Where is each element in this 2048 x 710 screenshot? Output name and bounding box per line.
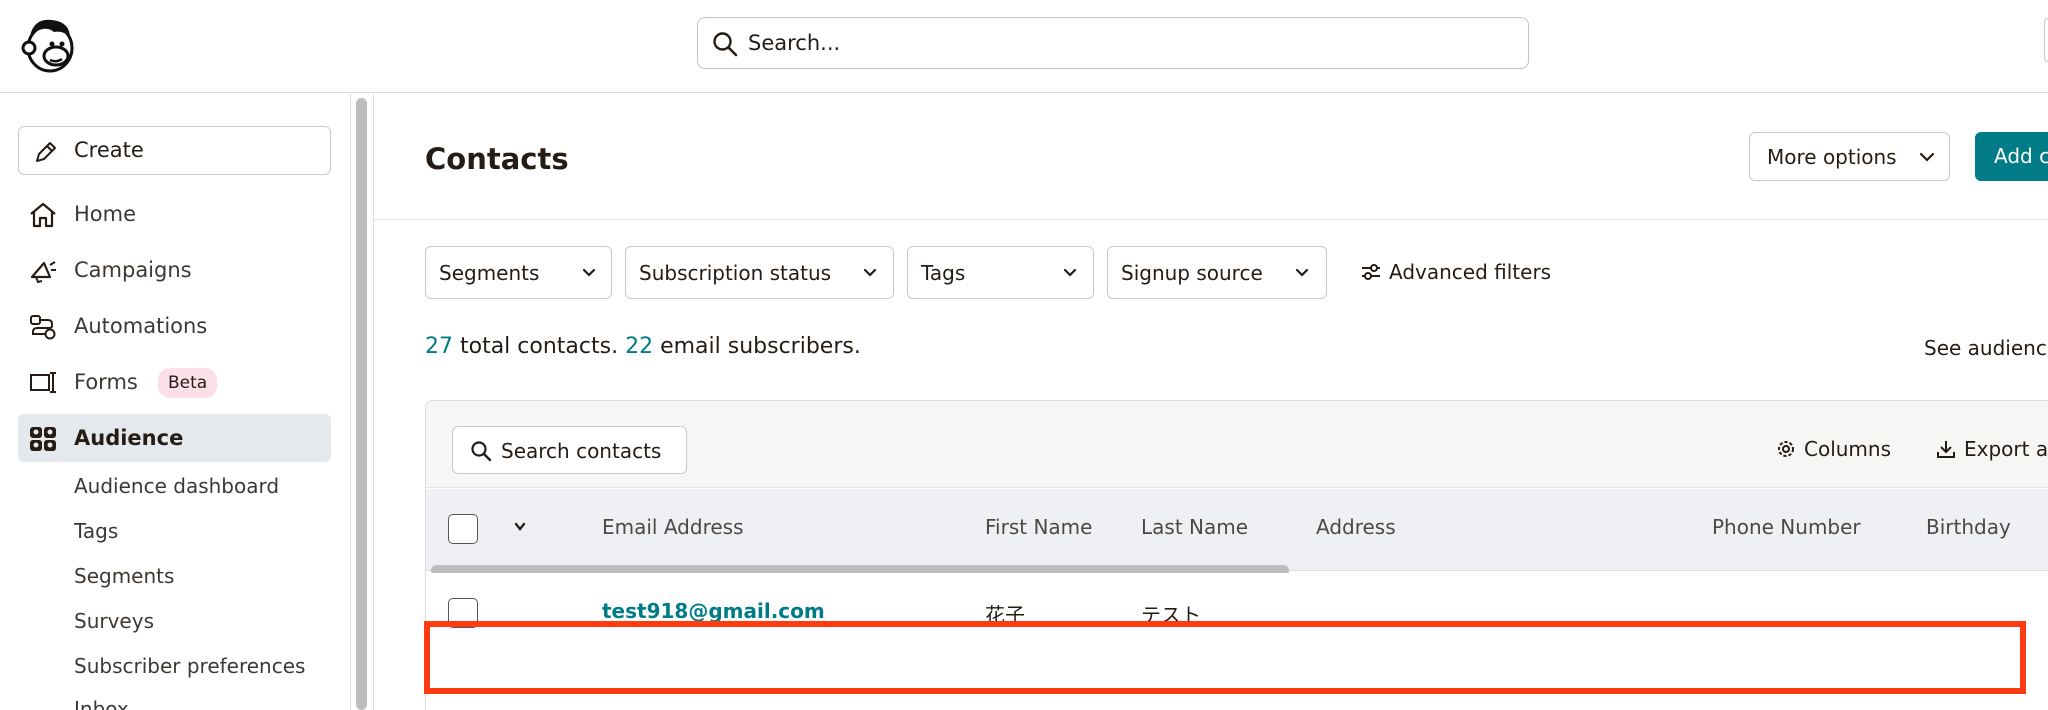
sidebar-item-label: Forms (74, 370, 138, 394)
search-contacts-button[interactable]: Search contacts (452, 426, 687, 474)
sidebar-item-label: Automations (74, 314, 208, 338)
megaphone-icon (30, 261, 56, 284)
export-audience-label: Export audience (1964, 437, 2048, 461)
total-contacts-count: 27 (425, 334, 453, 359)
email-subscribers-text: email subscribers. (653, 334, 861, 359)
column-header-address[interactable]: Address (1316, 515, 1396, 539)
main-content: Contacts More options Add contacts Segme… (374, 94, 2048, 710)
sidebar-item-label: Campaigns (74, 258, 192, 282)
account-menu-edge[interactable] (2044, 18, 2048, 62)
signup-source-label: Signup source (1121, 261, 1263, 285)
column-header-email[interactable]: Email Address (602, 515, 744, 539)
sidebar-item-campaigns[interactable]: Campaigns (18, 246, 331, 294)
select-all-checkbox[interactable] (448, 514, 478, 544)
automations-icon (30, 315, 56, 340)
column-header-phone-number[interactable]: Phone Number (1712, 515, 1861, 539)
chevron-down-icon (1063, 268, 1077, 277)
search-icon (471, 441, 492, 462)
contacts-summary: 27 total contacts. 22 email subscribers. (425, 334, 861, 359)
sidebar-item-label: Home (74, 202, 137, 226)
segments-filter-label: Segments (439, 261, 540, 285)
sidebar-subitem-tags[interactable]: Tags (74, 519, 118, 543)
beta-badge: Beta (158, 368, 218, 398)
sidebar-item-automations[interactable]: Automations (18, 302, 331, 350)
sidebar: Create Home Campaigns Automations Forms … (0, 94, 350, 710)
tags-filter[interactable]: Tags (907, 246, 1094, 299)
chevron-down-icon (863, 268, 877, 277)
see-audience-stats-link[interactable]: See audience stats (1924, 336, 2048, 360)
search-icon (713, 32, 738, 57)
chevron-down-icon (1295, 268, 1309, 277)
global-search[interactable] (697, 17, 1529, 69)
total-contacts-text: total contacts. (453, 334, 626, 359)
page-title: Contacts (425, 142, 569, 176)
create-button[interactable]: Create (18, 126, 331, 175)
page-header: Contacts More options Add contacts (374, 94, 2048, 220)
sidebar-subitem-audience-dashboard[interactable]: Audience dashboard (74, 474, 279, 498)
add-contacts-label: Add contacts (1994, 144, 2048, 168)
subscription-status-filter[interactable]: Subscription status (625, 246, 894, 299)
table-header: Email Address First Name Last Name Addre… (426, 489, 2048, 571)
column-header-birthday[interactable]: Birthday (1926, 515, 2011, 539)
column-header-last-name[interactable]: Last Name (1141, 515, 1248, 539)
create-label: Create (74, 138, 144, 162)
email-subscribers-count: 22 (625, 334, 654, 359)
sidebar-subitem-surveys[interactable]: Surveys (74, 609, 154, 633)
column-header-first-name[interactable]: First Name (985, 515, 1092, 539)
contact-email-link[interactable]: test918@gmail.com (602, 599, 825, 623)
audience-icon (30, 427, 56, 451)
sidebar-subitem-inbox[interactable]: Inbox (74, 697, 129, 710)
sidebar-scrollbar[interactable] (356, 98, 367, 710)
signup-source-filter[interactable]: Signup source (1107, 246, 1327, 299)
forms-icon (30, 372, 56, 393)
sidebar-item-audience[interactable]: Audience (18, 414, 331, 462)
home-icon (30, 202, 56, 228)
sidebar-subitem-subscriber-preferences[interactable]: Subscriber preferences (74, 654, 305, 678)
columns-label: Columns (1804, 437, 1892, 461)
gear-icon (1778, 441, 1794, 457)
pencil-icon (36, 142, 56, 162)
chevron-down-icon (582, 268, 596, 277)
download-icon (1937, 441, 1955, 458)
add-contacts-button[interactable]: Add contacts (1975, 132, 2048, 181)
more-options-button[interactable]: More options (1749, 132, 1950, 181)
chevron-down-icon[interactable] (512, 520, 528, 534)
sliders-icon (1362, 264, 1380, 280)
top-bar (0, 0, 2048, 93)
search-input[interactable] (748, 26, 1508, 60)
mailchimp-logo-icon[interactable] (20, 14, 80, 74)
sidebar-subitem-segments[interactable]: Segments (74, 564, 174, 588)
search-contacts-label: Search contacts (501, 439, 662, 463)
sidebar-item-home[interactable]: Home (18, 190, 331, 238)
sidebar-item-label: Audience (74, 426, 184, 450)
tags-filter-label: Tags (921, 261, 966, 285)
table-toolbar: Search contacts Columns Export audience (426, 401, 2048, 488)
more-options-label: More options (1767, 145, 1897, 169)
sidebar-item-forms[interactable]: Forms Beta (18, 358, 331, 406)
advanced-filters-label: Advanced filters (1389, 260, 1552, 284)
chevron-down-icon (1919, 152, 1935, 162)
subscription-status-label: Subscription status (639, 261, 832, 285)
highlight-box (424, 621, 2026, 694)
segments-filter[interactable]: Segments (425, 246, 612, 299)
